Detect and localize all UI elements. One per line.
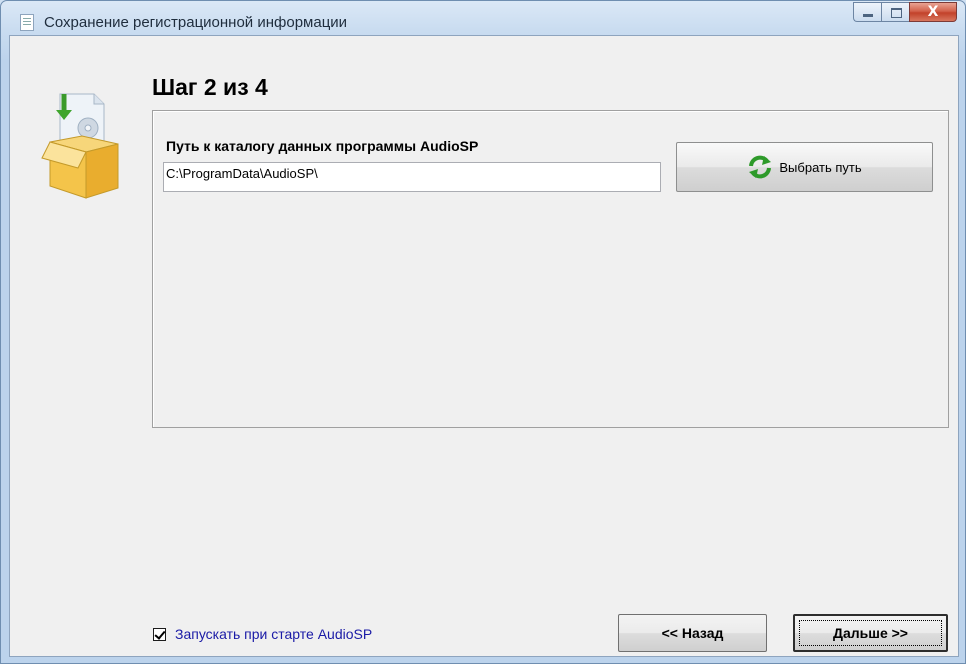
minimize-button[interactable] xyxy=(853,2,881,22)
autostart-checkbox[interactable] xyxy=(153,627,166,641)
package-install-icon xyxy=(41,93,119,199)
window-title: Сохранение регистрационной информации xyxy=(44,14,348,31)
document-icon xyxy=(20,14,34,31)
data-path-input[interactable] xyxy=(163,162,661,192)
focus-rectangle xyxy=(799,620,942,646)
data-path-label: Путь к каталогу данных программы AudioSP xyxy=(166,138,479,154)
maximize-button[interactable] xyxy=(881,2,909,22)
refresh-icon xyxy=(749,155,772,179)
choose-path-label: Выбрать путь xyxy=(779,159,862,175)
minimize-icon xyxy=(863,14,873,17)
autostart-label[interactable]: Запускать при старте AudioSP xyxy=(175,626,372,642)
next-button[interactable]: Дальше >> xyxy=(793,614,948,652)
choose-path-button[interactable]: Выбрать путь xyxy=(676,142,933,192)
client-area: Шаг 2 из 4 Путь к каталогу данных програ… xyxy=(9,35,959,657)
close-button[interactable]: X xyxy=(909,2,957,22)
wizard-window: Сохранение регистрационной информации X xyxy=(0,0,966,664)
back-button[interactable]: << Назад xyxy=(618,614,767,652)
close-icon: X xyxy=(927,4,939,20)
autostart-option[interactable]: Запускать при старте AudioSP xyxy=(153,626,372,642)
caption-buttons: X xyxy=(853,2,957,22)
back-button-label: << Назад xyxy=(661,625,724,641)
maximize-icon xyxy=(891,8,902,18)
step-title: Шаг 2 из 4 xyxy=(152,74,268,100)
title-bar[interactable]: Сохранение регистрационной информации X xyxy=(1,1,965,35)
